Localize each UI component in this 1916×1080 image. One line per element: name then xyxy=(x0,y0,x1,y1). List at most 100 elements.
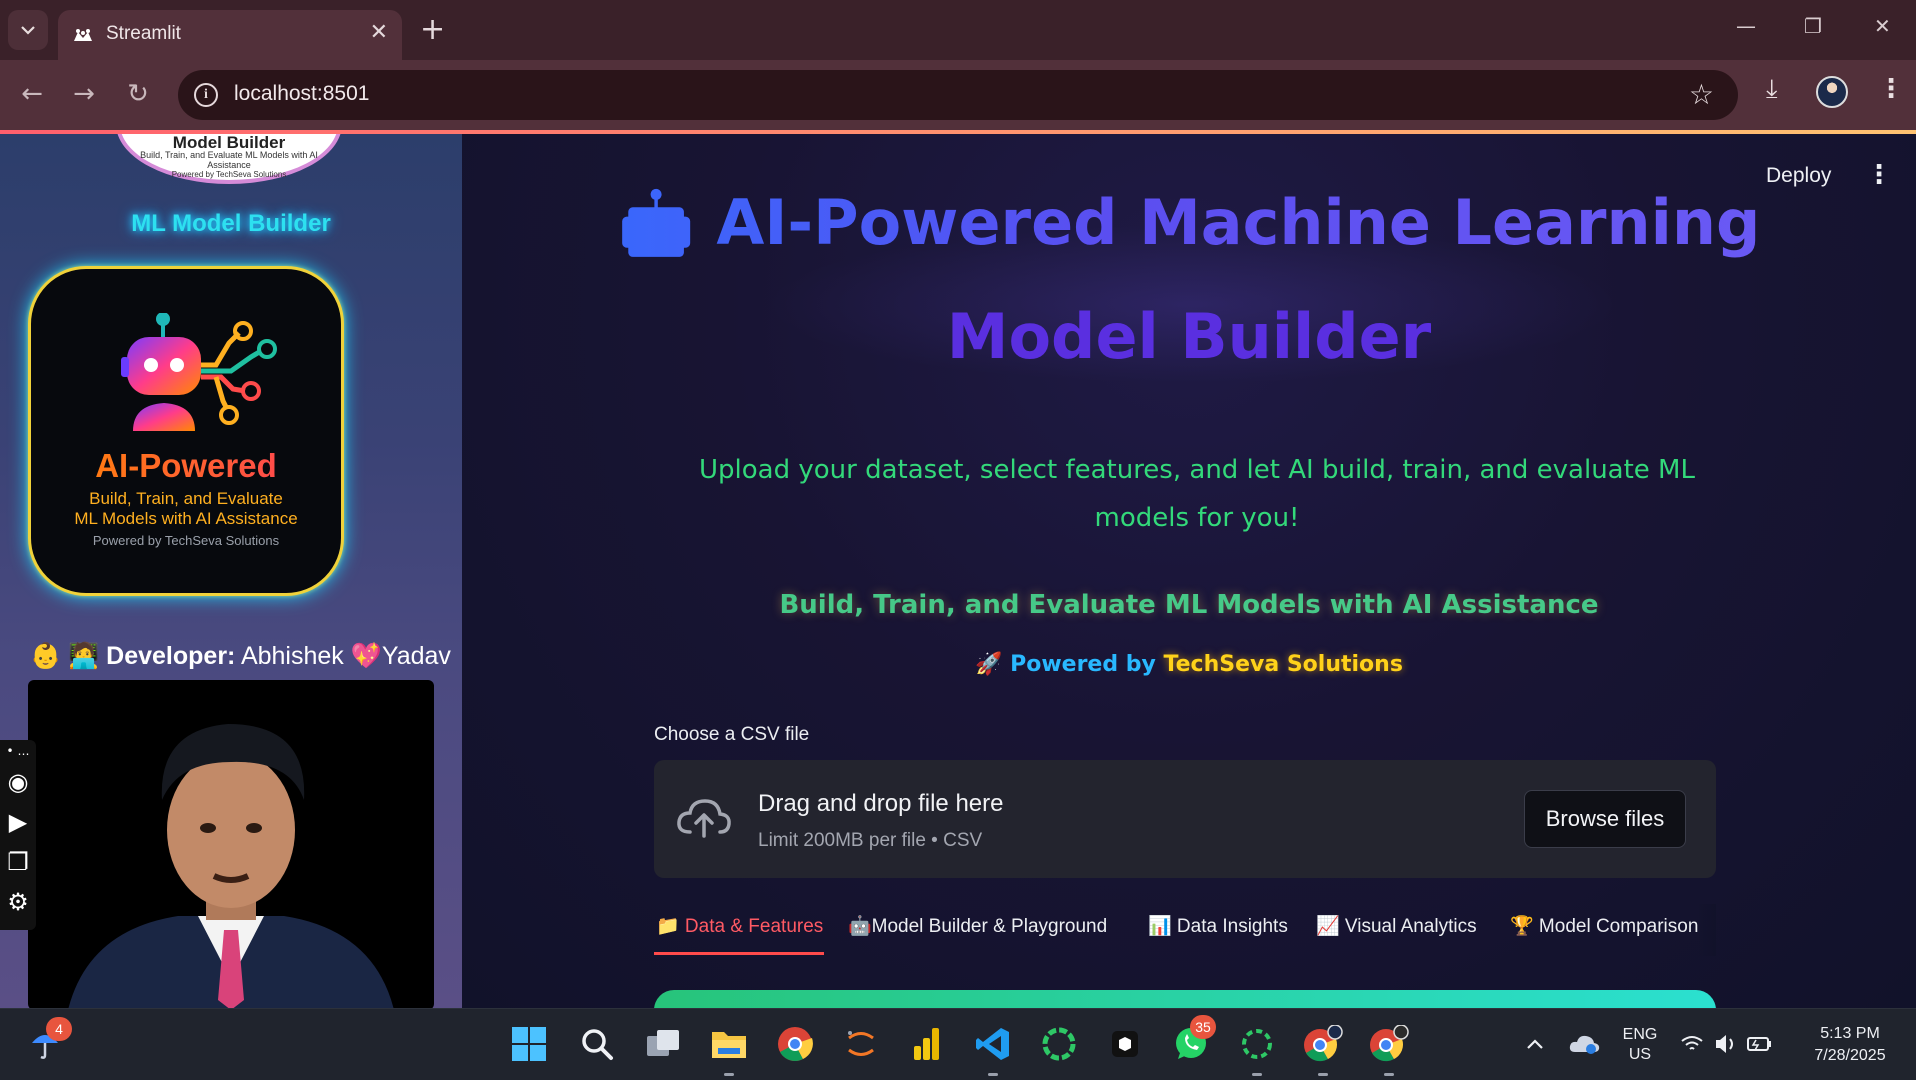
running-indicator xyxy=(988,1073,998,1076)
settings-icon[interactable]: ⚙ xyxy=(0,882,36,922)
card-headline: AI-Powered xyxy=(31,447,341,485)
top-logo-subtitle: Build, Train, and Evaluate ML Models wit… xyxy=(140,150,318,170)
weather-icon[interactable]: 4 xyxy=(24,1017,72,1065)
heart-icon: 💖 xyxy=(350,642,382,670)
new-tab-button[interactable]: + xyxy=(420,12,445,47)
robot-brain-icon xyxy=(121,313,277,431)
tab-search-button[interactable] xyxy=(8,10,48,50)
file-dropzone[interactable]: Drag and drop file here Limit 200MB per … xyxy=(654,760,1716,878)
developer-photo xyxy=(28,680,434,1008)
address-url[interactable]: localhost:8501 xyxy=(234,82,369,106)
tab-data-insights[interactable]: 📊 Data Insights xyxy=(1148,914,1288,938)
system-tray-status[interactable] xyxy=(1676,1023,1776,1065)
download-icon[interactable]: ⤓ xyxy=(1766,74,1778,105)
search-icon[interactable] xyxy=(576,1023,618,1065)
video-icon[interactable]: ▶ xyxy=(0,802,36,842)
tool-panel-handle[interactable]: • … xyxy=(0,740,36,762)
address-bar[interactable]: i localhost:8501 ☆ xyxy=(178,70,1738,120)
running-indicator xyxy=(1252,1073,1262,1076)
whatsapp-icon[interactable]: 35 xyxy=(1170,1015,1216,1065)
tab-title: Streamlit xyxy=(106,23,181,44)
deploy-button[interactable]: Deploy xyxy=(1766,164,1831,188)
page-title: 🤖 AI-Powered Machine Learning xyxy=(462,186,1916,260)
region-code: US xyxy=(1628,1046,1652,1063)
developer-credit: 👶 🧑‍💻 Developer: Abhishek 💖Yadav xyxy=(30,642,451,671)
sidebar-title: ML Model Builder xyxy=(131,210,331,237)
tab-data-features[interactable]: 📁 Data & Features xyxy=(656,914,823,938)
weather-badge: 4 xyxy=(46,1017,72,1041)
tab-panel-banner xyxy=(654,990,1716,1008)
minimize-icon[interactable]: — xyxy=(1736,14,1756,38)
screen-tool-panel: • … ◉ ▶ ❐ ⚙ xyxy=(0,740,36,930)
vscode-icon[interactable] xyxy=(972,1023,1014,1065)
close-tab-icon[interactable]: ✕ xyxy=(370,20,388,45)
streamlit-icon xyxy=(74,29,92,41)
bookmark-star-icon[interactable]: ☆ xyxy=(1689,78,1714,111)
profile-avatar[interactable] xyxy=(1816,76,1848,108)
reload-icon[interactable]: ↻ xyxy=(120,76,156,112)
ai-powered-logo-card: AI-Powered Build, Train, and Evaluate ML… xyxy=(28,266,344,596)
developer-label: Developer: xyxy=(106,642,236,670)
loader-app-icon[interactable] xyxy=(1038,1023,1080,1065)
chevron-down-icon xyxy=(21,26,35,35)
tab-scroll-fade xyxy=(1698,904,1716,956)
page-subtitle: Upload your dataset, select features, an… xyxy=(699,455,1695,533)
window-icon[interactable]: ❐ xyxy=(0,842,36,882)
file-uploader-label: Choose a CSV file xyxy=(654,724,810,745)
powered-by: 🚀 Powered by TechSeva Solutions xyxy=(462,652,1916,677)
sidebar-top-logo: Model Builder Build, Train, and Evaluate… xyxy=(116,134,342,184)
card-line-1: Build, Train, and Evaluate xyxy=(89,489,283,508)
language-indicator[interactable]: ENG US xyxy=(1614,1025,1666,1065)
chrome-profile-icon[interactable] xyxy=(1302,1023,1344,1065)
tab-model-comparison[interactable]: 🏆 Model Comparison xyxy=(1510,914,1698,938)
onedrive-icon[interactable] xyxy=(1564,1023,1606,1065)
chrome-profile-2-icon[interactable] xyxy=(1368,1023,1410,1065)
whatsapp-badge: 35 xyxy=(1190,1015,1216,1039)
power-bi-icon[interactable] xyxy=(906,1023,948,1065)
card-line-2: ML Models with AI Assistance xyxy=(74,509,298,528)
forward-icon[interactable]: → xyxy=(66,76,102,112)
tab-visual-analytics[interactable]: 📈 Visual Analytics xyxy=(1316,914,1477,938)
developer-name-last: Yadav xyxy=(381,642,451,670)
developer-emoji: 👶 🧑‍💻 xyxy=(30,642,107,670)
file-explorer-icon[interactable] xyxy=(708,1023,750,1065)
dropzone-limit: Limit 200MB per file • CSV xyxy=(758,830,983,851)
chrome-icon[interactable] xyxy=(774,1023,816,1065)
browser-tab[interactable]: Streamlit ✕ xyxy=(58,10,402,60)
camera-icon[interactable]: ◉ xyxy=(0,762,36,802)
tab-list: 📁 Data & Features 🤖Model Builder & Playg… xyxy=(654,904,1716,956)
running-indicator xyxy=(1384,1073,1394,1076)
active-tab-indicator xyxy=(654,952,824,955)
back-icon[interactable]: ← xyxy=(14,76,50,112)
clock[interactable]: 5:13 PM 7/28/2025 xyxy=(1800,1023,1900,1067)
restore-icon[interactable]: ❐ xyxy=(1804,14,1822,38)
developer-portrait-image xyxy=(68,724,394,1008)
cloud-upload-icon xyxy=(677,799,731,838)
chevron-up-icon[interactable] xyxy=(1514,1023,1556,1065)
task-view-icon[interactable] xyxy=(642,1023,684,1065)
running-indicator xyxy=(1318,1073,1328,1076)
roblox-studio-icon[interactable] xyxy=(1104,1023,1146,1065)
top-logo-powered: Powered by TechSeva Solutions xyxy=(171,170,287,179)
card-powered: Powered by TechSeva Solutions xyxy=(92,533,280,548)
clock-date: 7/28/2025 xyxy=(1814,1047,1886,1064)
close-window-icon[interactable]: ✕ xyxy=(1874,14,1891,38)
site-info-icon[interactable]: i xyxy=(194,83,218,107)
page-title-line-2: Model Builder xyxy=(946,300,1432,373)
chrome-menu-icon[interactable]: ⋮ xyxy=(1878,74,1904,104)
clock-time: 5:13 PM xyxy=(1820,1025,1880,1042)
jupyter-icon[interactable] xyxy=(840,1023,882,1065)
browser-toolbar: ← → ↻ i localhost:8501 ☆ ⤓ ⋮ xyxy=(0,60,1916,130)
powered-prefix: 🚀 Powered by xyxy=(975,652,1164,677)
dropzone-instructions: Drag and drop file here xyxy=(758,790,1004,817)
top-logo-title: Model Builder xyxy=(172,134,286,152)
loader-app-2-icon[interactable] xyxy=(1236,1023,1278,1065)
language-code: ENG xyxy=(1622,1026,1658,1043)
powered-brand: TechSeva Solutions xyxy=(1163,652,1403,677)
page-tagline: Build, Train, and Evaluate ML Models wit… xyxy=(779,590,1599,620)
browse-files-button[interactable]: Browse files xyxy=(1524,790,1686,848)
sidebar: Model Builder Build, Train, and Evaluate… xyxy=(0,134,462,1008)
browser-tab-bar: Streamlit ✕ + — ❐ ✕ xyxy=(0,0,1916,60)
start-icon[interactable] xyxy=(508,1023,550,1065)
tab-model-builder-playground[interactable]: 🤖Model Builder & Playground xyxy=(848,914,1107,938)
